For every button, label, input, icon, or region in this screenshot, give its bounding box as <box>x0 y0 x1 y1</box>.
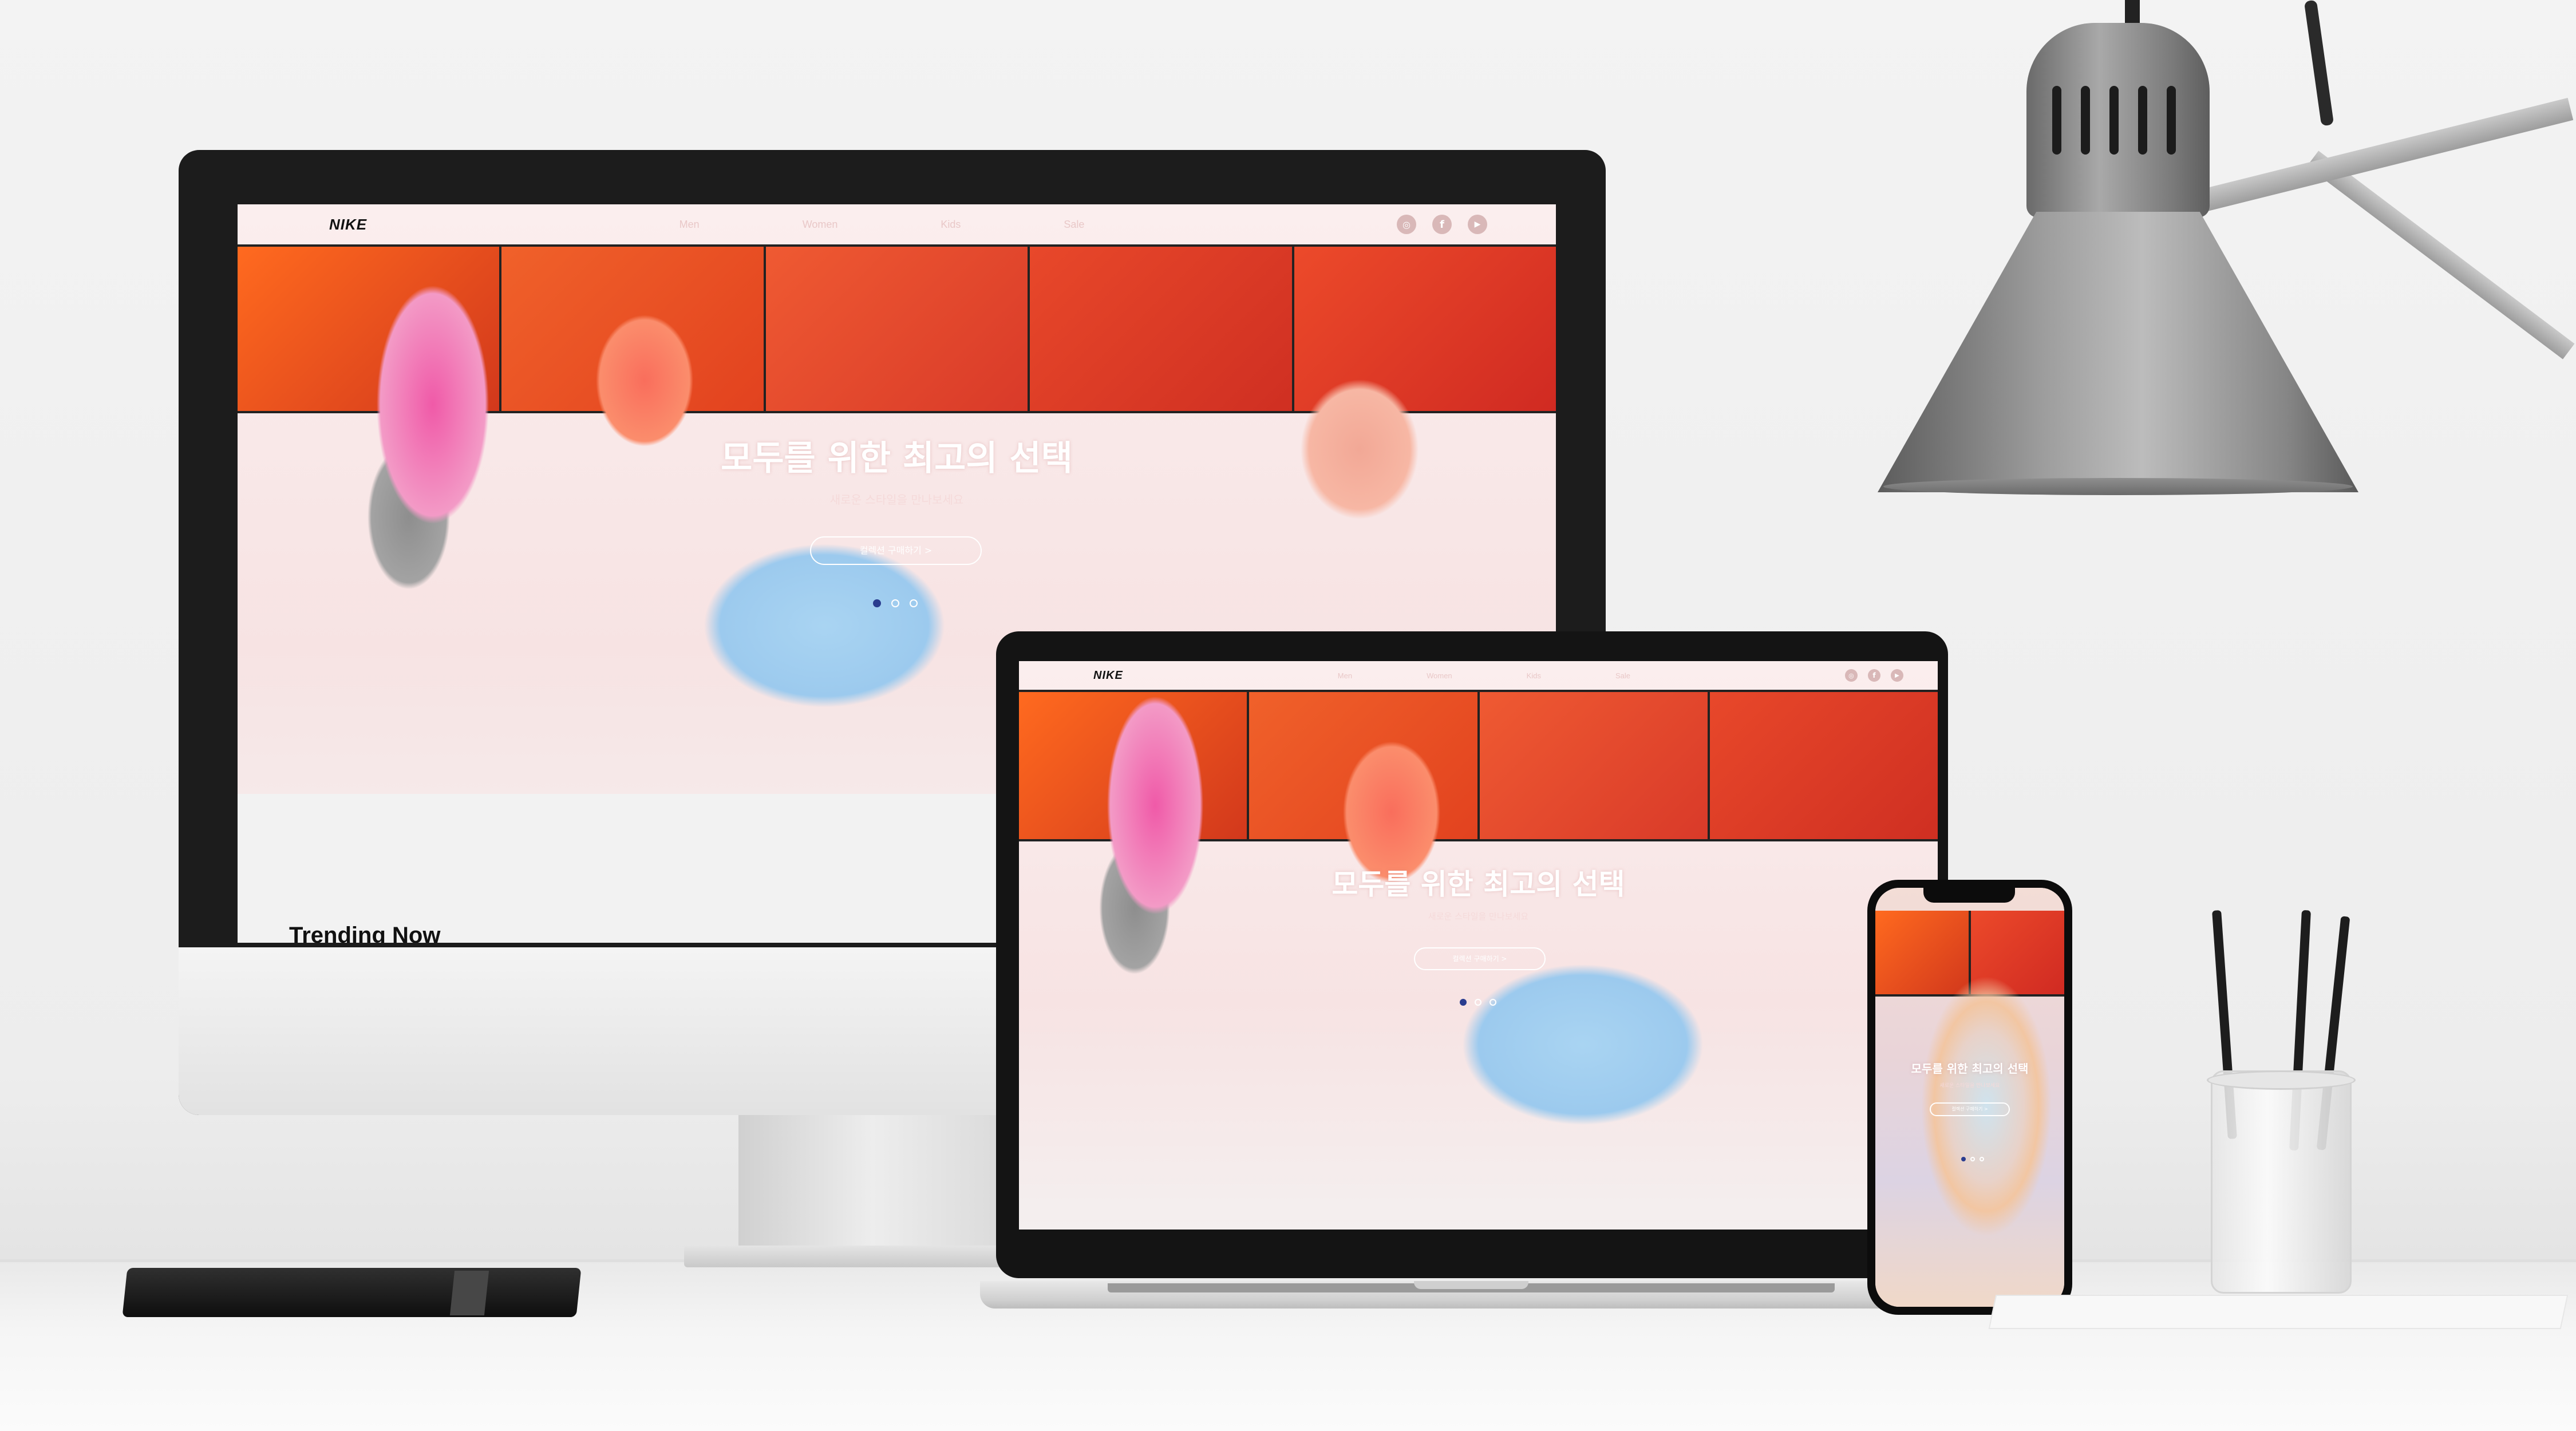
website-mobile: 모두를 위한 최고의 선택 새로운 스타일을 만나보세요 컬렉션 구매하기 > <box>1875 888 2064 1307</box>
glass-jar <box>2211 1070 2352 1294</box>
carousel-dots <box>873 599 918 607</box>
banner-panel <box>765 247 1030 411</box>
athlete-jacket-image <box>1898 962 2059 1283</box>
instagram-icon[interactable]: ◎ <box>1396 215 1416 234</box>
youtube-icon[interactable]: ▶ <box>1467 215 1487 234</box>
nike-logo[interactable]: NIKE <box>1093 669 1123 682</box>
facebook-icon[interactable]: f <box>1432 215 1452 234</box>
lamp-cable <box>2304 0 2334 127</box>
laptop-screen: NIKE Men Women Kids Sale ◎ f ▶ 모두를 위한 최고… <box>1019 661 1938 1230</box>
hero-title: 모두를 위한 최고의 선택 <box>721 438 1073 479</box>
nav-item-women[interactable]: Women <box>1427 671 1452 680</box>
lamp-arm-lower <box>2201 97 2574 212</box>
carousel-dot-2[interactable] <box>1475 999 1481 1006</box>
lamp-arm-upper <box>2306 151 2575 359</box>
nav-item-sale[interactable]: Sale <box>1064 219 1084 231</box>
banner-panel <box>1709 692 1938 839</box>
hero-subtitle: 새로운 스타일을 만나보세요 <box>1939 1083 2000 1089</box>
phone-notch <box>1923 888 2015 903</box>
site-nav: Men Women Kids Sale <box>1338 671 1630 680</box>
hero-title: 모두를 위한 최고의 선택 <box>1332 868 1625 901</box>
shop-collection-button[interactable]: 컬렉션 구매하기 > <box>1414 947 1546 970</box>
glass-jar-rim <box>2207 1070 2356 1090</box>
imac-stand-neck <box>738 1115 1036 1252</box>
athlete-yoga-image <box>1351 856 1866 1199</box>
carousel-dot-1[interactable] <box>1460 999 1467 1006</box>
carousel-dot-3[interactable] <box>910 599 918 607</box>
site-header: NIKE Men Women Kids Sale ◎ f ▶ <box>238 204 1556 244</box>
carousel-dots <box>1460 999 1496 1006</box>
lamp-shade <box>1878 212 2358 492</box>
carousel-dot-1[interactable] <box>1961 1157 1966 1161</box>
lamp-vent <box>2109 86 2119 155</box>
lamp-vent <box>2167 86 2176 155</box>
paper-sheet <box>1988 1295 2569 1329</box>
social-icons: ◎ f ▶ <box>1844 669 1903 682</box>
social-icons: ◎ f ▶ <box>1396 215 1487 234</box>
hero-subtitle: 새로운 스타일을 만나보세요 <box>829 493 964 507</box>
nike-logo[interactable]: NIKE <box>329 216 367 234</box>
notebook-band <box>449 1271 489 1315</box>
shop-collection-button[interactable]: 컬렉션 구매하기 > <box>810 536 982 565</box>
carousel-dots <box>1961 1157 1984 1161</box>
lamp-vent <box>2138 86 2147 155</box>
nav-item-men[interactable]: Men <box>1338 671 1352 680</box>
hero-title: 모두를 위한 최고의 선택 <box>1911 1062 2029 1076</box>
nav-item-kids[interactable]: Kids <box>941 219 961 231</box>
banner-panel <box>1479 692 1710 839</box>
hero-subtitle: 새로운 스타일을 만나보세요 <box>1428 911 1529 922</box>
carousel-dot-2[interactable] <box>891 599 899 607</box>
youtube-icon[interactable]: ▶ <box>1890 669 1903 682</box>
carousel-dot-3[interactable] <box>1980 1157 1984 1161</box>
nav-item-women[interactable]: Women <box>803 219 838 231</box>
nav-item-kids[interactable]: Kids <box>1527 671 1541 680</box>
website-laptop: NIKE Men Women Kids Sale ◎ f ▶ 모두를 위한 최고… <box>1019 661 1938 1230</box>
phone-screen: 모두를 위한 최고의 선택 새로운 스타일을 만나보세요 컬렉션 구매하기 > <box>1875 888 2064 1307</box>
facebook-icon[interactable]: f <box>1867 669 1880 682</box>
shop-collection-button[interactable]: 컬렉션 구매하기 > <box>1930 1102 2010 1116</box>
athlete-runner-image <box>301 284 541 685</box>
laptop-lid-notch <box>1414 1281 1528 1289</box>
lamp-vent <box>2052 86 2061 155</box>
lamp-rim <box>1883 478 2353 495</box>
carousel-dot-3[interactable] <box>1490 999 1496 1006</box>
carousel-dot-1[interactable] <box>873 599 881 607</box>
section-heading: Trending Now <box>289 923 441 943</box>
site-nav: Men Women Kids Sale <box>679 219 1085 231</box>
lamp-vent <box>2081 86 2090 155</box>
notebook <box>122 1268 582 1317</box>
instagram-icon[interactable]: ◎ <box>1844 669 1858 682</box>
nav-item-sale[interactable]: Sale <box>1615 671 1630 680</box>
nav-item-men[interactable]: Men <box>679 219 700 231</box>
carousel-dot-2[interactable] <box>1970 1157 1975 1161</box>
